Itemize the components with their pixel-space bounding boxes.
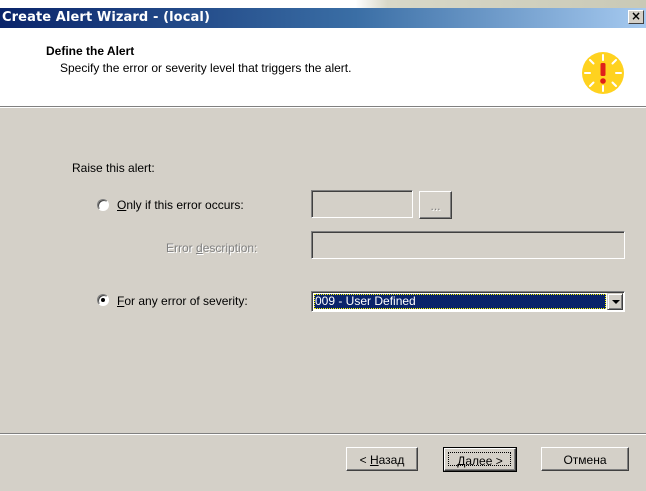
title-bar[interactable]: Create Alert Wizard - (local) ×: [0, 8, 646, 28]
wizard-window: Create Alert Wizard - (local) × Define t…: [0, 8, 646, 491]
severity-selected-value: 009 - User Defined: [314, 294, 606, 309]
page-title: Define the Alert: [46, 44, 135, 58]
any-severity-text: or any error of severity:: [124, 294, 248, 308]
error-description-text: escription:: [202, 241, 258, 255]
page-subtitle: Specify the error or severity level that…: [60, 61, 352, 75]
window-title: Create Alert Wizard - (local): [2, 10, 210, 25]
error-description-accel: d: [196, 241, 203, 255]
only-if-error-radio[interactable]: [97, 199, 109, 211]
next-text: алее >: [465, 454, 503, 468]
back-label: < Назад: [347, 453, 417, 467]
any-severity-radio[interactable]: [97, 294, 109, 306]
chevron-down-icon[interactable]: [607, 293, 623, 310]
next-button[interactable]: Далее >: [443, 447, 517, 472]
error-number-field[interactable]: [311, 190, 413, 218]
only-if-accel: O: [117, 198, 127, 212]
error-description-label: Error description:: [166, 241, 257, 255]
any-severity-label[interactable]: For any error of severity:: [117, 294, 248, 308]
button-divider: [0, 433, 646, 435]
back-text: азад: [378, 453, 405, 467]
wizard-header: Define the Alert Specify the error or se…: [0, 28, 646, 107]
close-button[interactable]: ×: [628, 10, 644, 24]
exclamation-sun-icon: [582, 52, 624, 94]
cancel-label: Отмена: [563, 453, 607, 467]
back-button[interactable]: < Назад: [346, 447, 418, 471]
only-if-error-label[interactable]: Only if this error occurs:: [117, 198, 244, 212]
error-description-pre: Error: [166, 241, 196, 255]
desktop-background: [0, 0, 646, 8]
error-description-field[interactable]: [311, 231, 625, 259]
next-label: Далее >: [445, 454, 515, 468]
close-icon: ×: [630, 9, 642, 23]
raise-alert-label: Raise this alert:: [72, 161, 155, 175]
browse-label: ...: [430, 199, 441, 213]
only-if-text: nly if this error occurs:: [126, 198, 244, 212]
browse-error-button[interactable]: ...: [419, 191, 452, 219]
cancel-button[interactable]: Отмена: [541, 447, 629, 471]
severity-select[interactable]: 009 - User Defined: [311, 291, 625, 312]
back-pre: <: [359, 453, 370, 467]
back-accel: Н: [369, 453, 379, 467]
